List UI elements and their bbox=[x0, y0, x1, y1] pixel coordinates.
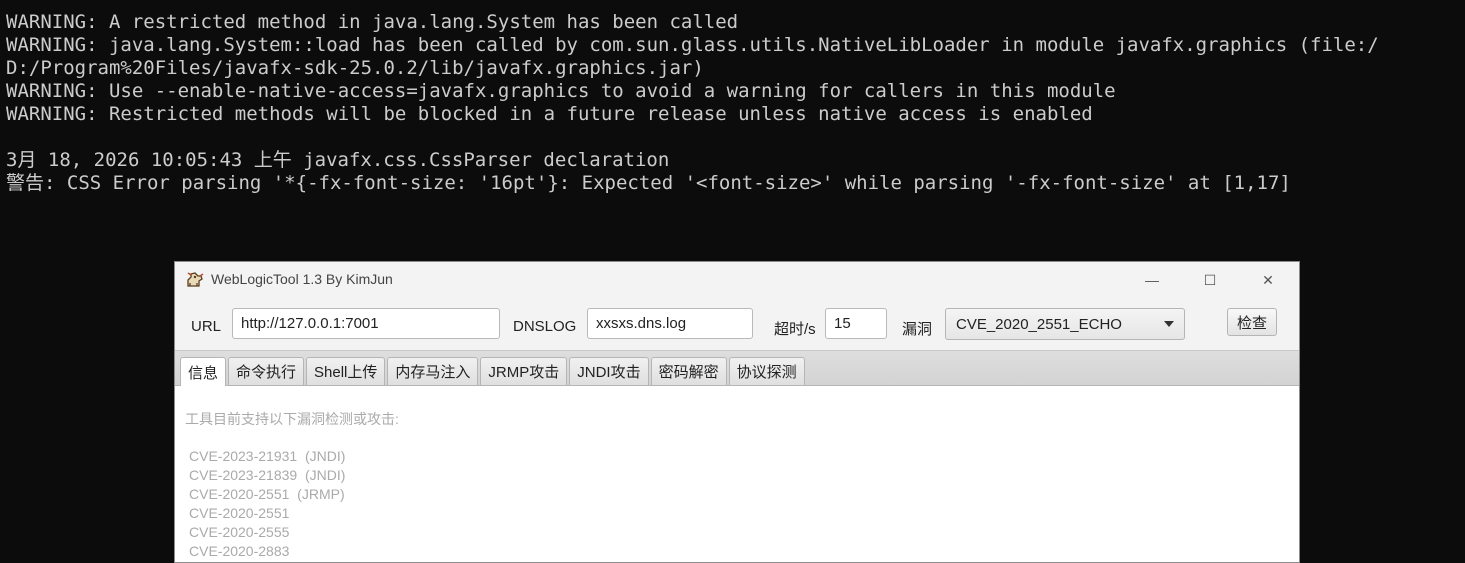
vuln-select[interactable]: CVE_2020_2551_ECHO bbox=[945, 308, 1185, 340]
check-button[interactable]: 检查 bbox=[1227, 308, 1277, 336]
tab-command-exec[interactable]: 命令执行 bbox=[228, 357, 305, 385]
tab-shell-upload[interactable]: Shell上传 bbox=[306, 357, 386, 385]
tab-memshell-inject[interactable]: 内存马注入 bbox=[387, 357, 479, 385]
window-title: WebLogicTool 1.3 By KimJun bbox=[211, 271, 393, 287]
tab-bar: 信息 命令执行 Shell上传 内存马注入 JRMP攻击 JNDI攻击 密码解密… bbox=[175, 350, 1299, 386]
list-item: CVE-2020-2883 bbox=[189, 543, 290, 559]
terminal-output: WARNING: A restricted method in java.lan… bbox=[6, 11, 1379, 195]
maximize-icon: ☐ bbox=[1203, 271, 1217, 288]
vuln-select-value: CVE_2020_2551_ECHO bbox=[956, 315, 1122, 333]
timeout-input[interactable] bbox=[825, 308, 887, 339]
tab-info[interactable]: 信息 bbox=[180, 357, 227, 386]
minimize-button[interactable]: — bbox=[1123, 262, 1181, 298]
dnslog-input[interactable] bbox=[587, 308, 753, 339]
list-item: CVE-2023-21931 (JNDI) bbox=[189, 448, 346, 464]
title-bar[interactable]: WebLogicTool 1.3 By KimJun — ☐ ✕ bbox=[175, 262, 1299, 298]
terminal-line: 3月 18, 2026 10:05:43 上午 javafx.css.CssPa… bbox=[6, 149, 670, 171]
maximize-button[interactable]: ☐ bbox=[1181, 262, 1239, 298]
list-item: CVE-2020-2551 (JRMP) bbox=[189, 486, 345, 502]
tab-protocol-detect[interactable]: 协议探测 bbox=[728, 357, 805, 385]
timeout-label: 超时/s bbox=[774, 321, 816, 338]
url-input[interactable] bbox=[232, 308, 500, 339]
tab-list: 信息 命令执行 Shell上传 内存马注入 JRMP攻击 JNDI攻击 密码解密… bbox=[180, 357, 805, 386]
tab-jrmp-attack[interactable]: JRMP攻击 bbox=[480, 357, 568, 385]
tab-jndi-attack[interactable]: JNDI攻击 bbox=[569, 357, 649, 385]
terminal-line: 警告: CSS Error parsing '*{-fx-font-size: … bbox=[6, 172, 1291, 194]
terminal-line: WARNING: java.lang.System::load has been… bbox=[6, 34, 1379, 56]
url-label: URL bbox=[191, 318, 222, 335]
close-button[interactable]: ✕ bbox=[1239, 262, 1297, 298]
info-panel: 工具目前支持以下漏洞检测或攻击: CVE-2023-21931 (JNDI) C… bbox=[175, 386, 1299, 562]
weblogictool-window: WebLogicTool 1.3 By KimJun — ☐ ✕ URL DNS… bbox=[174, 261, 1300, 563]
dnslog-label: DNSLOG bbox=[513, 318, 577, 335]
vuln-label: 漏洞 bbox=[902, 321, 933, 338]
app-logo-icon bbox=[185, 271, 205, 289]
terminal-line: WARNING: Restricted methods will be bloc… bbox=[6, 103, 1093, 125]
list-item: CVE-2020-2555 bbox=[189, 524, 290, 540]
list-item: CVE-2023-21839 (JNDI) bbox=[189, 467, 346, 483]
info-intro: 工具目前支持以下漏洞检测或攻击: bbox=[185, 411, 399, 427]
terminal-line: WARNING: A restricted method in java.lan… bbox=[6, 11, 739, 33]
list-item: CVE-2020-2551 bbox=[189, 505, 290, 521]
close-icon: ✕ bbox=[1262, 271, 1274, 288]
tab-password-decrypt[interactable]: 密码解密 bbox=[650, 357, 727, 385]
chevron-down-icon bbox=[1164, 321, 1174, 327]
toolbar: URL DNSLOG 超时/s 漏洞 CVE_2020_2551_ECHO 检查 bbox=[175, 298, 1299, 350]
terminal-line: D:/Program%20Files/javafx-sdk-25.0.2/lib… bbox=[6, 57, 704, 79]
minimize-icon: — bbox=[1145, 272, 1159, 288]
terminal-line: WARNING: Use --enable-native-access=java… bbox=[6, 80, 1116, 102]
